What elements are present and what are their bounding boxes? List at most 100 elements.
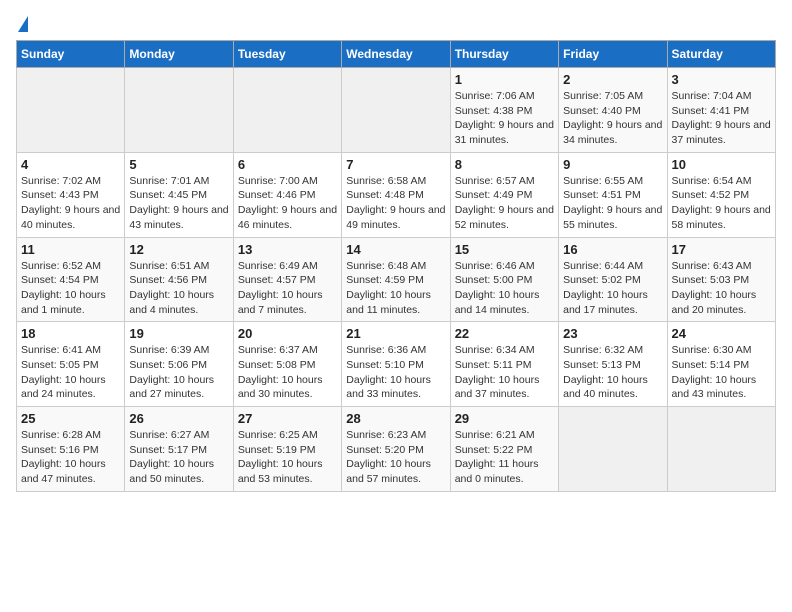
day-info: Sunrise: 6:46 AMSunset: 5:00 PMDaylight:… <box>455 259 554 318</box>
day-info: Sunrise: 6:43 AMSunset: 5:03 PMDaylight:… <box>672 259 771 318</box>
day-number: 28 <box>346 411 445 426</box>
calendar-cell: 17 Sunrise: 6:43 AMSunset: 5:03 PMDayligh… <box>667 237 775 322</box>
day-number: 29 <box>455 411 554 426</box>
calendar-header: SundayMondayTuesdayWednesdayThursdayFrid… <box>17 41 776 68</box>
calendar-cell: 18 Sunrise: 6:41 AMSunset: 5:05 PMDayligh… <box>17 322 125 407</box>
calendar-cell: 20 Sunrise: 6:37 AMSunset: 5:08 PMDayligh… <box>233 322 341 407</box>
day-number: 1 <box>455 72 554 87</box>
day-info: Sunrise: 6:48 AMSunset: 4:59 PMDaylight:… <box>346 259 445 318</box>
page-header <box>16 16 776 32</box>
day-info: Sunrise: 7:05 AMSunset: 4:40 PMDaylight:… <box>563 89 662 148</box>
day-number: 6 <box>238 157 337 172</box>
day-number: 19 <box>129 326 228 341</box>
calendar-cell: 7 Sunrise: 6:58 AMSunset: 4:48 PMDaylight… <box>342 152 450 237</box>
day-number: 12 <box>129 242 228 257</box>
calendar-week-row: 25 Sunrise: 6:28 AMSunset: 5:16 PMDayligh… <box>17 407 776 492</box>
day-info: Sunrise: 6:32 AMSunset: 5:13 PMDaylight:… <box>563 343 662 402</box>
day-info: Sunrise: 7:04 AMSunset: 4:41 PMDaylight:… <box>672 89 771 148</box>
day-info: Sunrise: 6:37 AMSunset: 5:08 PMDaylight:… <box>238 343 337 402</box>
calendar-week-row: 4 Sunrise: 7:02 AMSunset: 4:43 PMDaylight… <box>17 152 776 237</box>
day-number: 15 <box>455 242 554 257</box>
weekday-header: Monday <box>125 41 233 68</box>
calendar-cell: 16Sunrise: 6:44 AMSunset: 5:02 PMDayligh… <box>559 237 667 322</box>
calendar-cell: 2 Sunrise: 7:05 AMSunset: 4:40 PMDaylight… <box>559 68 667 153</box>
calendar-cell: 4 Sunrise: 7:02 AMSunset: 4:43 PMDaylight… <box>17 152 125 237</box>
calendar-cell: 15 Sunrise: 6:46 AMSunset: 5:00 PMDayligh… <box>450 237 558 322</box>
calendar-cell: 3 Sunrise: 7:04 AMSunset: 4:41 PMDaylight… <box>667 68 775 153</box>
weekday-header: Tuesday <box>233 41 341 68</box>
day-number: 16 <box>563 242 662 257</box>
day-number: 23 <box>563 326 662 341</box>
day-number: 20 <box>238 326 337 341</box>
day-info: Sunrise: 7:02 AMSunset: 4:43 PMDaylight:… <box>21 174 120 233</box>
calendar-cell: 13 Sunrise: 6:49 AMSunset: 4:57 PMDayligh… <box>233 237 341 322</box>
calendar-cell: 6 Sunrise: 7:00 AMSunset: 4:46 PMDaylight… <box>233 152 341 237</box>
day-number: 22 <box>455 326 554 341</box>
day-info: Sunrise: 6:58 AMSunset: 4:48 PMDaylight:… <box>346 174 445 233</box>
calendar-cell: 5 Sunrise: 7:01 AMSunset: 4:45 PMDaylight… <box>125 152 233 237</box>
day-info: Sunrise: 6:57 AMSunset: 4:49 PMDaylight:… <box>455 174 554 233</box>
day-number: 13 <box>238 242 337 257</box>
day-info: Sunrise: 7:06 AMSunset: 4:38 PMDaylight:… <box>455 89 554 148</box>
day-info: Sunrise: 6:49 AMSunset: 4:57 PMDaylight:… <box>238 259 337 318</box>
day-info: Sunrise: 6:55 AMSunset: 4:51 PMDaylight:… <box>563 174 662 233</box>
calendar-cell: 25 Sunrise: 6:28 AMSunset: 5:16 PMDayligh… <box>17 407 125 492</box>
weekday-header: Sunday <box>17 41 125 68</box>
calendar-table: SundayMondayTuesdayWednesdayThursdayFrid… <box>16 40 776 492</box>
day-number: 24 <box>672 326 771 341</box>
day-number: 5 <box>129 157 228 172</box>
day-info: Sunrise: 6:21 AMSunset: 5:22 PMDaylight:… <box>455 428 554 487</box>
day-number: 3 <box>672 72 771 87</box>
calendar-cell: 9 Sunrise: 6:55 AMSunset: 4:51 PMDaylight… <box>559 152 667 237</box>
day-info: Sunrise: 6:27 AMSunset: 5:17 PMDaylight:… <box>129 428 228 487</box>
day-number: 26 <box>129 411 228 426</box>
day-info: Sunrise: 6:28 AMSunset: 5:16 PMDaylight:… <box>21 428 120 487</box>
day-number: 8 <box>455 157 554 172</box>
calendar-cell <box>125 68 233 153</box>
calendar-cell: 23 Sunrise: 6:32 AMSunset: 5:13 PMDayligh… <box>559 322 667 407</box>
calendar-cell <box>342 68 450 153</box>
day-number: 25 <box>21 411 120 426</box>
logo-triangle-icon <box>18 16 28 32</box>
calendar-cell <box>17 68 125 153</box>
day-info: Sunrise: 6:39 AMSunset: 5:06 PMDaylight:… <box>129 343 228 402</box>
day-info: Sunrise: 7:01 AMSunset: 4:45 PMDaylight:… <box>129 174 228 233</box>
calendar-cell: 21 Sunrise: 6:36 AMSunset: 5:10 PMDayligh… <box>342 322 450 407</box>
calendar-cell: 8 Sunrise: 6:57 AMSunset: 4:49 PMDaylight… <box>450 152 558 237</box>
day-info: Sunrise: 7:00 AMSunset: 4:46 PMDaylight:… <box>238 174 337 233</box>
calendar-week-row: 1 Sunrise: 7:06 AMSunset: 4:38 PMDaylight… <box>17 68 776 153</box>
calendar-cell: 14 Sunrise: 6:48 AMSunset: 4:59 PMDayligh… <box>342 237 450 322</box>
calendar-cell <box>667 407 775 492</box>
calendar-cell: 10Sunrise: 6:54 AMSunset: 4:52 PMDayligh… <box>667 152 775 237</box>
day-number: 21 <box>346 326 445 341</box>
calendar-week-row: 11 Sunrise: 6:52 AMSunset: 4:54 PMDayligh… <box>17 237 776 322</box>
day-info: Sunrise: 6:30 AMSunset: 5:14 PMDaylight:… <box>672 343 771 402</box>
logo <box>16 16 28 32</box>
day-info: Sunrise: 6:51 AMSunset: 4:56 PMDaylight:… <box>129 259 228 318</box>
weekday-header: Saturday <box>667 41 775 68</box>
calendar-cell: 1 Sunrise: 7:06 AMSunset: 4:38 PMDaylight… <box>450 68 558 153</box>
day-number: 11 <box>21 242 120 257</box>
day-info: Sunrise: 6:41 AMSunset: 5:05 PMDaylight:… <box>21 343 120 402</box>
day-number: 17 <box>672 242 771 257</box>
calendar-cell <box>559 407 667 492</box>
day-info: Sunrise: 6:36 AMSunset: 5:10 PMDaylight:… <box>346 343 445 402</box>
day-number: 27 <box>238 411 337 426</box>
calendar-cell <box>233 68 341 153</box>
day-number: 18 <box>21 326 120 341</box>
day-info: Sunrise: 6:52 AMSunset: 4:54 PMDaylight:… <box>21 259 120 318</box>
day-number: 10 <box>672 157 771 172</box>
calendar-cell: 22 Sunrise: 6:34 AMSunset: 5:11 PMDayligh… <box>450 322 558 407</box>
calendar-cell: 27 Sunrise: 6:25 AMSunset: 5:19 PMDayligh… <box>233 407 341 492</box>
day-info: Sunrise: 6:25 AMSunset: 5:19 PMDaylight:… <box>238 428 337 487</box>
day-number: 7 <box>346 157 445 172</box>
weekday-header: Wednesday <box>342 41 450 68</box>
calendar-cell: 12 Sunrise: 6:51 AMSunset: 4:56 PMDayligh… <box>125 237 233 322</box>
calendar-week-row: 18 Sunrise: 6:41 AMSunset: 5:05 PMDayligh… <box>17 322 776 407</box>
calendar-cell: 11 Sunrise: 6:52 AMSunset: 4:54 PMDayligh… <box>17 237 125 322</box>
day-number: 14 <box>346 242 445 257</box>
day-number: 2 <box>563 72 662 87</box>
day-info: Sunrise: 6:34 AMSunset: 5:11 PMDaylight:… <box>455 343 554 402</box>
day-number: 9 <box>563 157 662 172</box>
day-number: 4 <box>21 157 120 172</box>
